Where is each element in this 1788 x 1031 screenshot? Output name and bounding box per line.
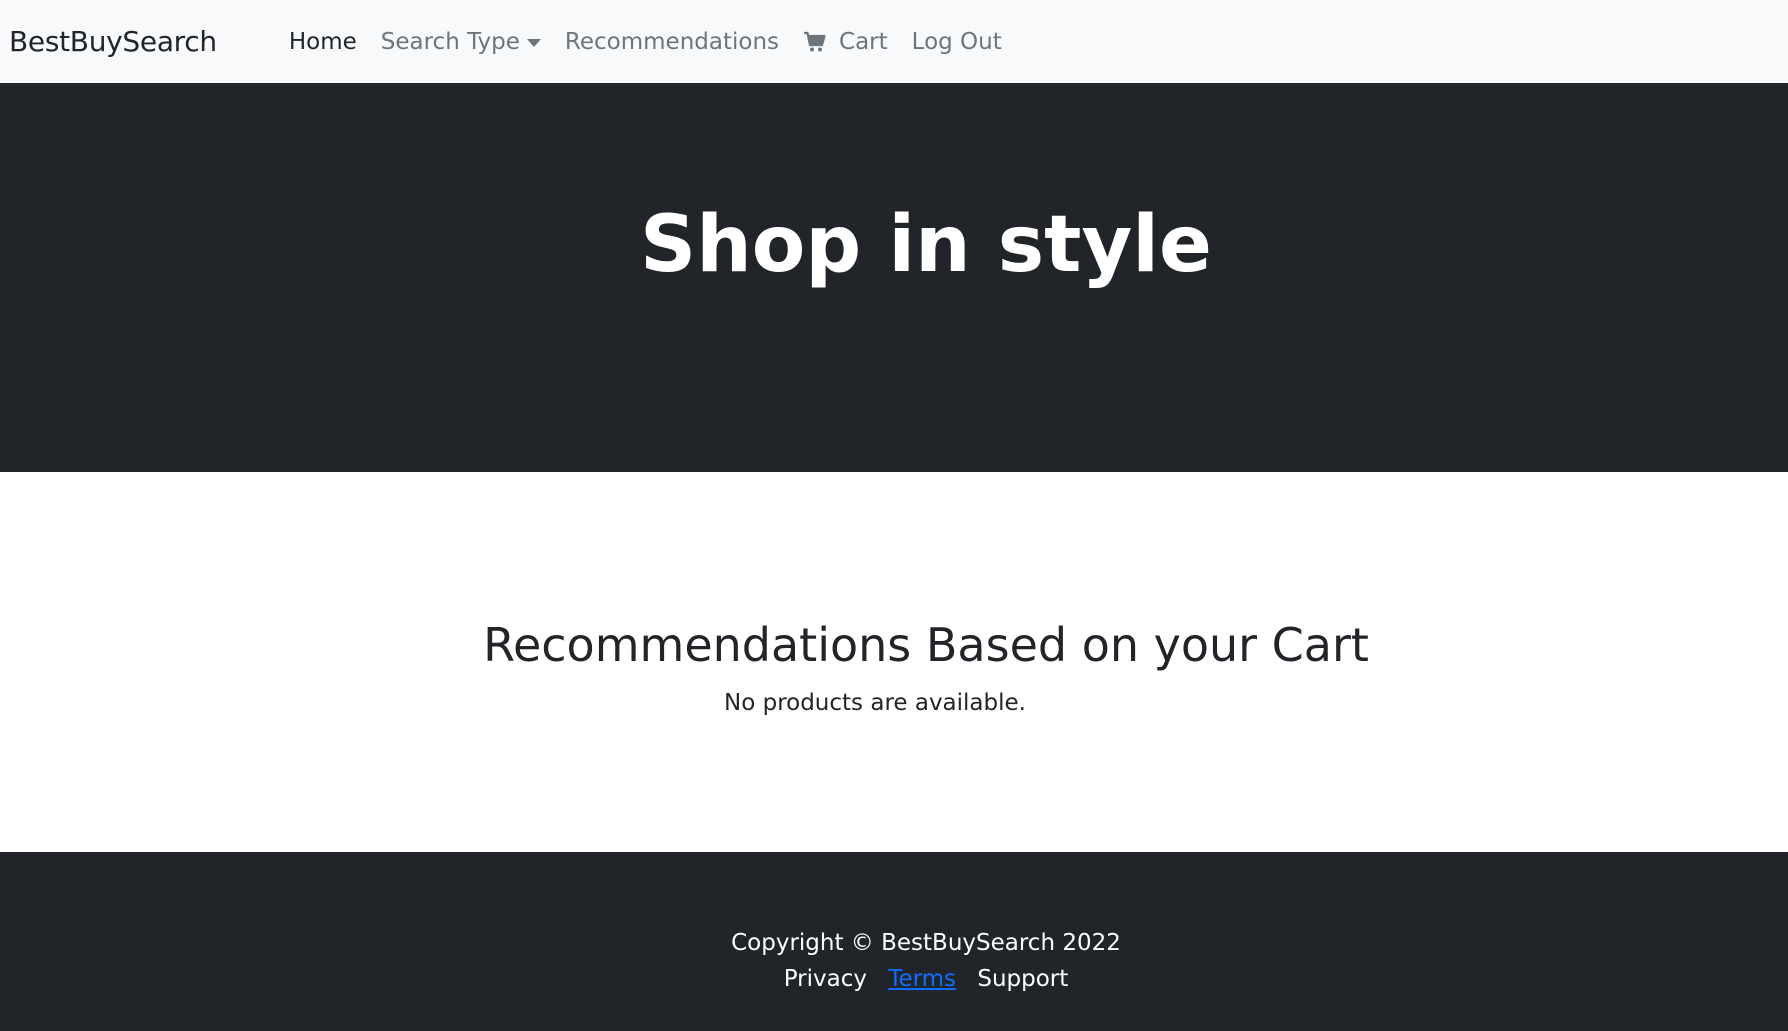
nav-links: Home Search Type Recommendations Cart Lo… [289,29,1026,55]
page-footer: Copyright © BestBuySearch 2022 Privacy T… [0,852,1788,1031]
nav-cart-label: Cart [839,28,888,55]
nav-logout-link[interactable]: Log Out [912,29,1002,55]
top-navbar: BestBuySearch Home Search Type Recommend… [0,0,1788,83]
recommendations-section: Recommendations Based on your Cart No pr… [0,472,1788,852]
footer-terms-link[interactable]: Terms [888,966,956,992]
empty-products-message: No products are available. [724,690,1026,716]
caret-down-icon [526,39,541,47]
recommendations-heading: Recommendations Based on your Cart [483,618,1369,672]
nav-home-link[interactable]: Home [289,29,357,55]
footer-copyright: Copyright © BestBuySearch 2022 [731,930,1121,956]
nav-recommendations-link[interactable]: Recommendations [565,29,779,55]
shopping-cart-icon [803,30,827,54]
hero-title: Shop in style [640,200,1212,291]
nav-search-type-dropdown[interactable]: Search Type [381,29,541,55]
hero-banner: Shop in style [0,83,1788,472]
nav-cart-link[interactable]: Cart [803,29,888,55]
footer-privacy-link[interactable]: Privacy [784,966,867,992]
footer-links: Privacy Terms Support [0,966,1788,992]
nav-search-type-label: Search Type [380,28,520,55]
footer-support-link[interactable]: Support [977,966,1068,992]
brand-logo-link[interactable]: BestBuySearch [9,25,217,58]
